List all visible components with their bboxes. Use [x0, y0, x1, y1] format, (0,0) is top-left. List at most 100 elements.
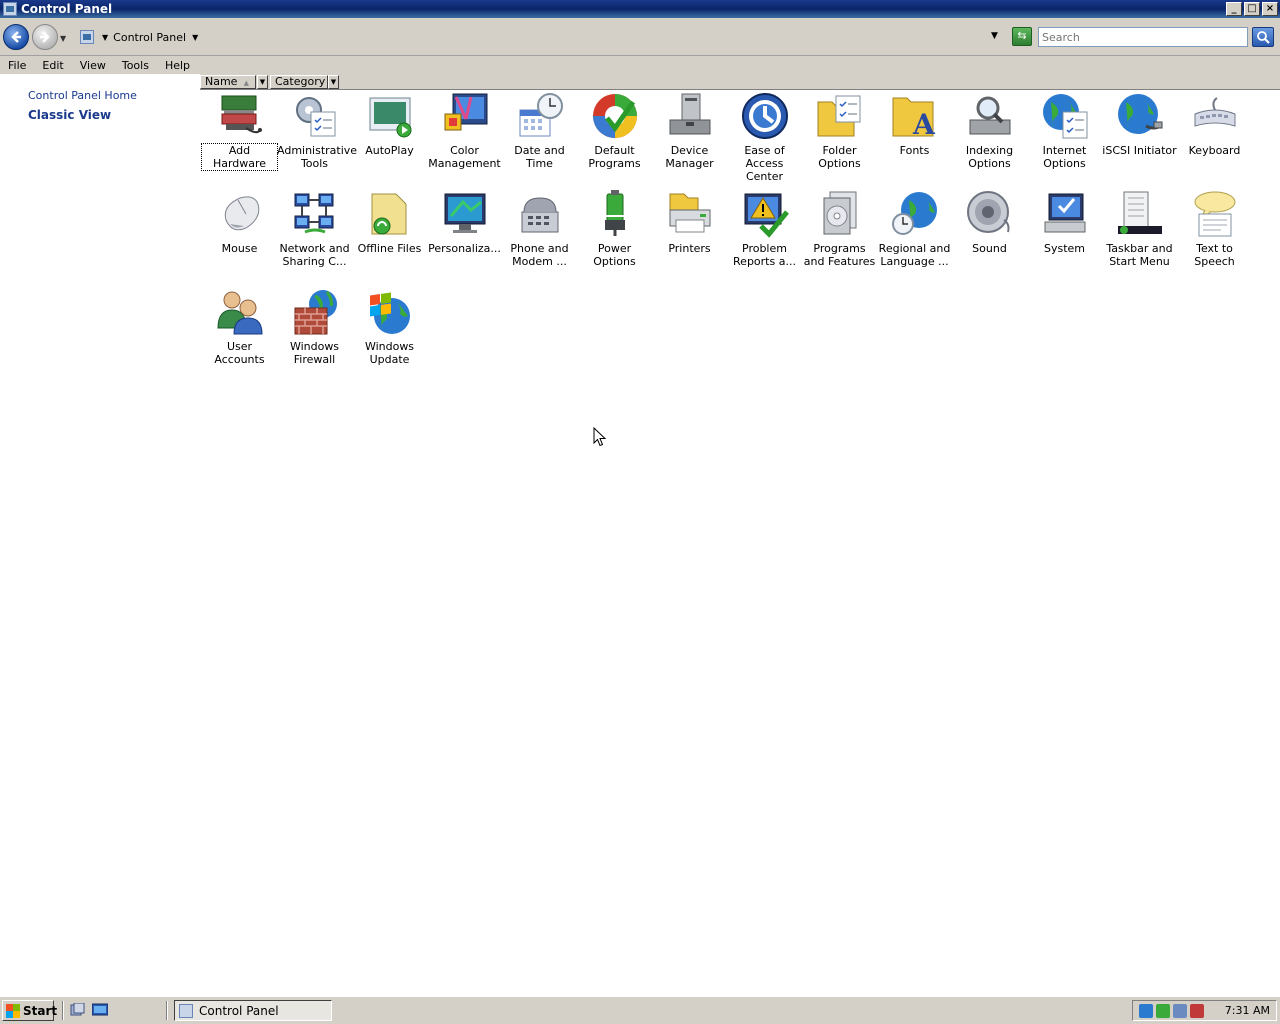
chevron-down-icon[interactable]: ▼ [102, 33, 108, 42]
text-to-speech-icon [1191, 190, 1239, 238]
menu-tools[interactable]: Tools [114, 59, 157, 72]
maximize-button[interactable]: □ [1244, 2, 1260, 16]
item-label: Fonts [899, 144, 930, 157]
name-filter-dropdown[interactable]: ▼ [257, 75, 268, 89]
item-windows-update[interactable]: Windows Update [352, 288, 427, 366]
start-label: Start [23, 1003, 58, 1018]
system-icon [1041, 190, 1089, 238]
clock[interactable]: 7:31 AM [1225, 1004, 1270, 1017]
chevron-down-icon[interactable]: ▼ [192, 33, 198, 42]
item-label: Color Management [428, 144, 501, 170]
sound-icon [966, 190, 1014, 238]
item-label: Windows Firewall [289, 340, 340, 366]
connection-tray-icon[interactable] [1173, 1003, 1187, 1018]
item-ease-of-access-center[interactable]: Ease of Access Center [727, 92, 802, 183]
item-network-and-sharing-center[interactable]: Network and Sharing C... [277, 190, 352, 268]
menu-view[interactable]: View [72, 59, 114, 72]
show-desktop-icon[interactable] [70, 1002, 86, 1017]
start-button[interactable]: Start [2, 1000, 58, 1021]
item-autoplay[interactable]: AutoPlay [352, 92, 427, 157]
item-sound[interactable]: Sound [952, 190, 1027, 255]
control-panel-icon [179, 1003, 193, 1018]
item-fonts[interactable]: A Fonts [877, 92, 952, 157]
menu-file[interactable]: File [0, 59, 34, 72]
minimize-button[interactable]: _ [1226, 2, 1242, 16]
item-keyboard[interactable]: Keyboard [1177, 92, 1252, 157]
menu-help[interactable]: Help [157, 59, 198, 72]
search-button[interactable] [1252, 27, 1274, 47]
windows-update-icon [366, 288, 414, 336]
classic-view-link[interactable]: Classic View [28, 108, 111, 122]
item-administrative-tools[interactable]: Administrative Tools [277, 92, 357, 170]
address-bar[interactable]: ▼ Control Panel ▼ [76, 27, 1006, 47]
system-tray: 7:31 AM [1132, 1000, 1277, 1021]
item-folder-options[interactable]: Folder Options [802, 92, 877, 170]
item-device-manager[interactable]: Device Manager [652, 92, 727, 170]
autoplay-icon [366, 92, 414, 140]
item-personalization[interactable]: Personaliza... [427, 190, 502, 255]
item-text-to-speech[interactable]: Text to Speech [1177, 190, 1252, 268]
item-color-management[interactable]: Color Management [427, 92, 502, 170]
forward-button[interactable] [32, 24, 58, 50]
item-add-hardware[interactable]: Add Hardware [201, 92, 278, 171]
item-internet-options[interactable]: Internet Options [1027, 92, 1102, 170]
item-phone-and-modem[interactable]: Phone and Modem ... [502, 190, 577, 268]
item-programs-and-features[interactable]: Programs and Features [802, 190, 877, 268]
item-printers[interactable]: Printers [652, 190, 727, 255]
address-dropdown-icon[interactable]: ▼ [991, 31, 998, 41]
recent-pages-dropdown-icon[interactable]: ▼ [60, 34, 68, 43]
breadcrumb-control-panel[interactable]: Control Panel [113, 31, 186, 44]
device-manager-icon [666, 92, 714, 140]
control-panel-icon [80, 30, 94, 44]
item-problem-reports[interactable]: Problem Reports a... [727, 190, 802, 268]
volume-muted-tray-icon[interactable] [1190, 1003, 1204, 1018]
item-label: Mouse [221, 242, 258, 255]
window-title: Control Panel [21, 2, 113, 16]
taskbar-button-label: Control Panel [199, 1003, 279, 1018]
item-label: Sound [972, 242, 1007, 255]
item-label: Windows Update [364, 340, 415, 366]
item-label: Phone and Modem ... [510, 242, 569, 268]
column-header-name[interactable]: Name ▲ [200, 75, 256, 89]
item-label: Internet Options [1042, 144, 1087, 170]
sort-ascending-icon: ▲ [243, 79, 249, 87]
search-input[interactable] [1038, 27, 1248, 47]
add-hardware-icon [216, 92, 264, 140]
item-label: AutoPlay [365, 144, 414, 157]
item-regional-and-language[interactable]: Regional and Language ... [877, 190, 952, 268]
category-filter-dropdown[interactable]: ▼ [328, 75, 339, 89]
item-label: Keyboard [1188, 144, 1241, 157]
item-label: Regional and Language ... [878, 242, 951, 268]
item-taskbar-and-start-menu[interactable]: Taskbar and Start Menu [1102, 190, 1177, 268]
column-category-label: Category [275, 75, 326, 88]
switch-windows-icon[interactable] [91, 1003, 109, 1017]
item-mouse[interactable]: Mouse [202, 190, 277, 255]
refresh-button[interactable]: ⇆ [1012, 27, 1032, 46]
item-label: Network and Sharing C... [279, 242, 350, 268]
taskbar-button-control-panel[interactable]: Control Panel [174, 1000, 332, 1021]
item-label: Problem Reports a... [733, 242, 796, 268]
item-label: System [1043, 242, 1086, 255]
item-label: User Accounts [214, 340, 265, 366]
security-tray-icon[interactable] [1156, 1003, 1170, 1018]
column-header-category[interactable]: Category [270, 75, 328, 89]
item-indexing-options[interactable]: Indexing Options [952, 92, 1027, 170]
item-label: Date and Time [514, 144, 565, 170]
fonts-icon: A [891, 92, 939, 141]
menu-edit[interactable]: Edit [34, 59, 71, 72]
windows-firewall-icon [291, 288, 339, 336]
item-power-options[interactable]: Power Options [577, 190, 652, 268]
date-and-time-icon [516, 92, 564, 140]
item-offline-files[interactable]: Offline Files [352, 190, 427, 255]
item-system[interactable]: System [1027, 190, 1102, 255]
item-default-programs[interactable]: Default Programs [577, 92, 652, 170]
item-date-and-time[interactable]: Date and Time [502, 92, 577, 170]
close-button[interactable]: × [1262, 2, 1278, 16]
item-iscsi-initiator[interactable]: iSCSI Initiator [1102, 92, 1177, 157]
network-tray-icon[interactable] [1139, 1003, 1153, 1018]
back-button[interactable] [3, 24, 29, 50]
item-windows-firewall[interactable]: Windows Firewall [277, 288, 352, 366]
iscsi-initiator-icon [1116, 92, 1164, 140]
item-user-accounts[interactable]: User Accounts [202, 288, 277, 366]
control-panel-home-link[interactable]: Control Panel Home [28, 89, 137, 102]
